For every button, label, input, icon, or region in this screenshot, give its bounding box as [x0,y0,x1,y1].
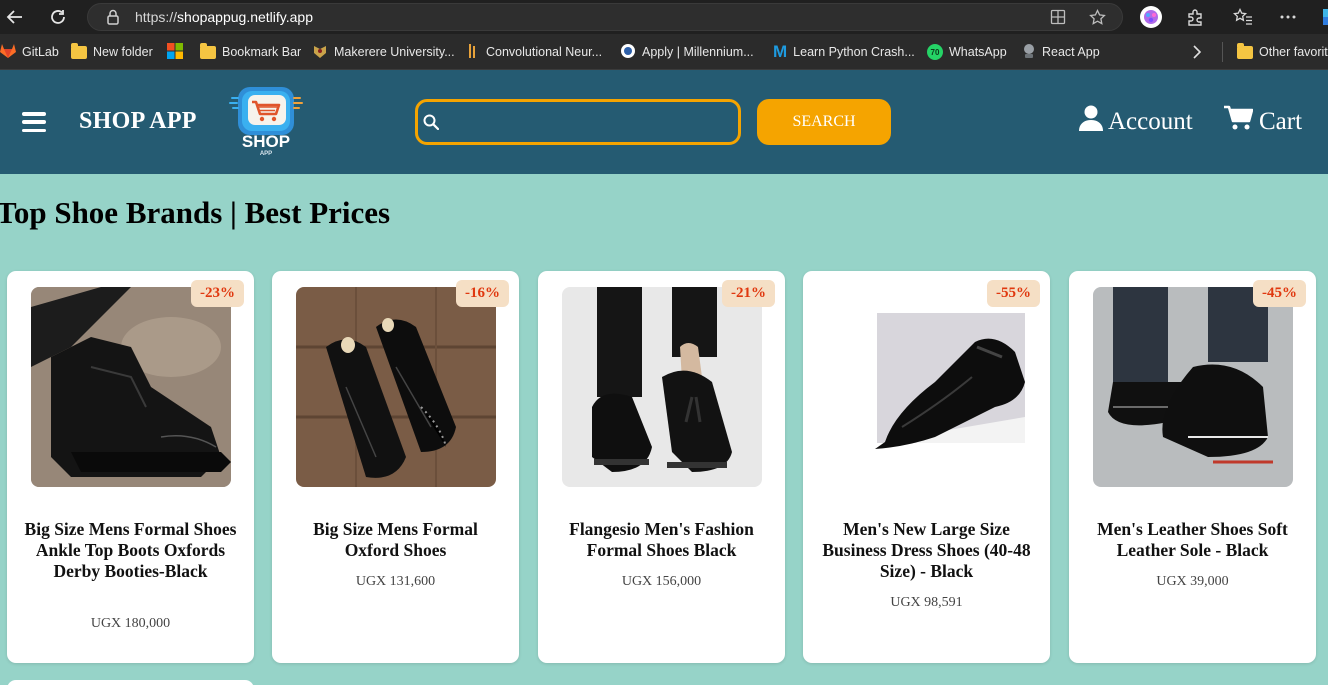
product-image[interactable] [1093,287,1293,487]
product-name[interactable]: Flangesio Men's Fashion Formal Shoes Bla… [554,519,769,561]
product-price: UGX 39,000 [1156,574,1229,589]
bookmark-gitlab[interactable]: GitLab [0,43,59,61]
m-logo-icon: M [773,42,788,61]
product-card[interactable]: -55% Men's New Large Size Business Dress… [803,271,1050,663]
back-arrow-icon[interactable] [3,5,27,29]
section-title: Top Shoe Brands | Best Prices [0,195,391,230]
product-name[interactable]: Men's Leather Shoes Soft Leather Sole - … [1085,519,1300,561]
discount-badge: -23% [191,280,244,307]
bookmark-learn-python[interactable]: M Learn Python Crash... [773,42,915,61]
whatsapp-icon: 70 [927,44,943,60]
discount-badge: -55% [987,280,1040,307]
refresh-icon[interactable] [46,5,70,29]
discount-badge: -21% [722,280,775,307]
more-menu-icon[interactable] [1276,5,1300,29]
bookmarks-overflow-chevron-icon[interactable] [1192,43,1202,61]
bookmark-react-app[interactable]: React App [1022,43,1100,61]
react-app-icon [1022,43,1036,62]
account-label: Account [1108,107,1193,135]
discount-badge: -45% [1253,280,1306,307]
product-card[interactable]: -23% Big Size Mens Formal Shoes Ankle To… [7,271,254,663]
app-header: SHOP APP SHOP APP SEARCH Account Cart [0,70,1328,174]
cart-icon [1223,105,1254,138]
account-link[interactable]: Account [1079,105,1193,138]
star-icon[interactable] [1089,8,1106,31]
cart-link[interactable]: Cart [1223,105,1302,138]
product-card[interactable]: -45% Men's Leather Shoes Soft Leather So… [1069,271,1316,663]
cart-label: Cart [1259,107,1303,135]
copilot-icon[interactable] [1314,5,1328,29]
bookmarks-divider [1222,42,1223,62]
profile-icon[interactable] [1139,5,1163,29]
search-icon [423,114,440,135]
globe-icon [620,43,636,62]
bookmark-convolutional[interactable]: Convolutional Neur... [466,43,602,61]
folder-icon [200,42,216,59]
product-name[interactable]: Men's New Large Size Business Dress Shoe… [819,519,1034,582]
product-price: UGX 131,600 [355,574,436,589]
microsoft-icon [167,42,183,62]
gitlab-icon [0,43,16,61]
search-box[interactable] [415,99,741,145]
bookmark-makerere[interactable]: Makerere University... [312,43,455,61]
logo-wordmark: SHOP [242,132,290,151]
logo-subtext: APP [260,151,272,157]
address-bar[interactable]: https://shopappug.netlify.app [87,3,1123,31]
bookmark-other-favorites[interactable]: Other favorite [1237,42,1328,61]
bookmark-whatsapp[interactable]: 70 WhatsApp [927,43,1007,61]
app-available-icon[interactable] [1050,9,1066,30]
makerere-icon [312,43,328,62]
bookmark-new-folder[interactable]: New folder [71,42,153,61]
product-card[interactable] [7,680,254,685]
folder-icon [71,42,87,59]
brand-name[interactable]: SHOP APP [79,108,197,135]
product-price: UGX 156,000 [621,574,702,589]
search-button[interactable]: SEARCH [757,99,891,145]
lock-icon[interactable] [106,9,120,30]
product-card[interactable]: -16% Big Size Mens Formal Oxford Shoes U… [272,271,519,663]
product-card[interactable]: -21% Flangesio Men's Fashion Formal Shoe… [538,271,785,663]
shop-app-logo[interactable]: SHOP APP [228,84,304,160]
product-name[interactable]: Big Size Mens Formal Shoes Ankle Top Boo… [23,519,238,582]
bookmark-bookmark-bar[interactable]: Bookmark Bar [200,42,301,61]
bookmark-apply[interactable]: Apply | Millennium... [620,43,754,61]
product-image[interactable] [562,287,762,487]
product-price: UGX 98,591 [890,595,963,610]
url-text: https://shopappug.netlify.app [135,9,313,25]
bookmark-microsoft[interactable] [167,42,183,62]
hamburger-menu-icon[interactable] [22,112,46,132]
search-input[interactable] [446,108,726,136]
favorites-icon[interactable] [1231,5,1255,29]
user-icon [1079,105,1103,138]
product-image[interactable] [296,287,496,487]
product-name[interactable]: Big Size Mens Formal Oxford Shoes [288,519,503,561]
folder-icon [1237,42,1253,59]
product-price: UGX 180,000 [90,616,171,631]
bookmarks-bar: GitLab New folder Bookmark Bar Makerere … [0,34,1328,70]
extensions-icon[interactable] [1183,5,1207,29]
browser-toolbar: https://shopappug.netlify.app [0,0,1328,34]
site-icon [466,43,480,62]
product-image[interactable] [827,287,1027,487]
product-image[interactable] [31,287,231,487]
discount-badge: -16% [456,280,509,307]
